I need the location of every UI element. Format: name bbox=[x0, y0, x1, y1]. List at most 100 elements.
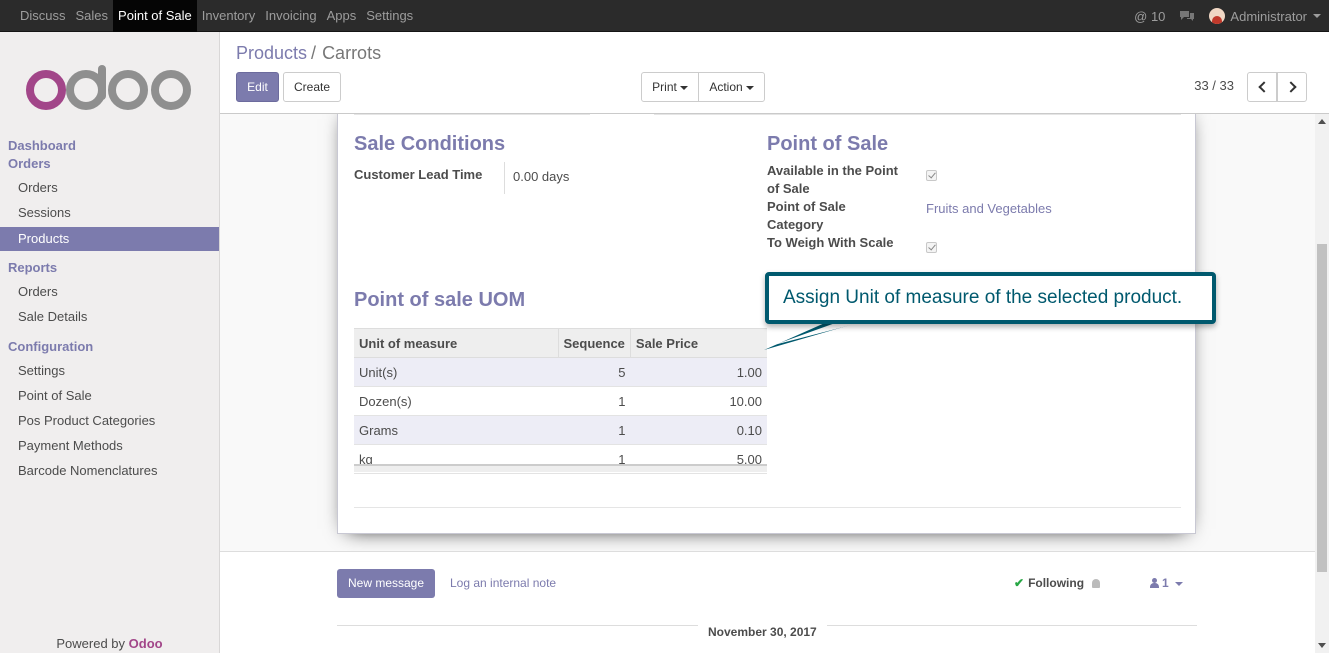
scroll-up-icon[interactable] bbox=[1318, 119, 1326, 124]
available-in-pos-label: Available in the Point of Sale bbox=[767, 162, 898, 198]
divider bbox=[354, 114, 590, 115]
breadcrumb-separator: / bbox=[311, 43, 317, 63]
action-label: Action bbox=[709, 80, 743, 94]
breadcrumb-products[interactable]: Products bbox=[236, 43, 307, 63]
uom-table: Unit of measure Sequence Sale Price Unit… bbox=[354, 328, 767, 474]
pos-category-value[interactable]: Fruits and Vegetables bbox=[926, 201, 1052, 216]
sidebar: Dashboard Orders Orders Sessions Product… bbox=[0, 32, 220, 653]
pos-category-label: Point of Sale Category bbox=[767, 198, 846, 234]
column-sequence[interactable]: Sequence bbox=[557, 328, 631, 358]
to-weigh-with-scale-label: To Weigh With Scale bbox=[767, 235, 894, 250]
powered-by-brand[interactable]: Odoo bbox=[129, 636, 163, 651]
sidebar-item-point-of-sale[interactable]: Point of Sale bbox=[0, 384, 219, 408]
cell-unit: Grams bbox=[354, 415, 558, 445]
bell-icon[interactable] bbox=[1092, 579, 1101, 588]
check-icon: ✔ bbox=[1014, 576, 1025, 590]
to-weigh-with-scale-checkbox[interactable] bbox=[926, 242, 937, 253]
top-navbar: Discuss Sales Point of Sale Inventory In… bbox=[0, 0, 1329, 32]
message-date: November 30, 2017 bbox=[698, 625, 827, 639]
available-in-pos-label-line1: Available in the Point bbox=[767, 163, 898, 178]
scrollbar-thumb[interactable] bbox=[1317, 244, 1327, 572]
cell-unit: Unit(s) bbox=[354, 357, 558, 387]
table-footer bbox=[354, 464, 767, 472]
cell-price: 0.10 bbox=[630, 415, 767, 445]
column-sale-price[interactable]: Sale Price bbox=[629, 328, 767, 358]
sidebar-item-pos-product-categories[interactable]: Pos Product Categories bbox=[0, 409, 219, 433]
chevron-right-icon bbox=[1285, 81, 1297, 93]
menu-invoicing[interactable]: Invoicing bbox=[260, 0, 321, 32]
tooltip: Assign Unit of measure of the selected p… bbox=[765, 272, 1216, 324]
point-of-sale-title: Point of Sale bbox=[767, 133, 889, 155]
chat-icon[interactable] bbox=[1179, 9, 1195, 23]
new-message-button[interactable]: New message bbox=[337, 569, 435, 598]
sidebar-item-settings[interactable]: Settings bbox=[0, 359, 219, 383]
app-menu: Discuss Sales Point of Sale Inventory In… bbox=[15, 0, 418, 32]
cell-price: 10.00 bbox=[630, 386, 767, 416]
cell-sequence: 1 bbox=[558, 415, 631, 445]
pos-uom-title: Point of sale UOM bbox=[354, 289, 526, 311]
customer-lead-time-label: Customer Lead Time bbox=[354, 167, 483, 182]
breadcrumb-current: Carrots bbox=[322, 43, 382, 63]
cell-price: 1.00 bbox=[630, 357, 767, 387]
powered-by-label: Powered by bbox=[56, 636, 126, 651]
divider bbox=[654, 114, 1181, 115]
breadcrumb: Products / Carrots bbox=[236, 43, 381, 64]
menu-sales[interactable]: Sales bbox=[71, 0, 114, 32]
table-row[interactable]: Grams 1 0.10 bbox=[354, 415, 767, 445]
action-dropdown[interactable]: Action bbox=[698, 72, 765, 102]
table-row[interactable]: Dozen(s) 1 10.00 bbox=[354, 386, 767, 416]
followers-count: 1 bbox=[1162, 576, 1169, 590]
menu-inventory[interactable]: Inventory bbox=[197, 0, 260, 32]
sidebar-item-payment-methods[interactable]: Payment Methods bbox=[0, 434, 219, 458]
mentions-counter[interactable]: @ 10 bbox=[1134, 9, 1165, 24]
chevron-down-icon bbox=[679, 85, 688, 90]
cell-sequence: 5 bbox=[558, 357, 631, 387]
sidebar-item-sessions[interactable]: Sessions bbox=[0, 201, 219, 225]
divider bbox=[504, 162, 505, 194]
scroll-down-icon[interactable] bbox=[1318, 643, 1326, 648]
customer-lead-time-value[interactable]: 0.00 days bbox=[513, 169, 569, 184]
chevron-down-icon bbox=[1313, 14, 1321, 18]
user-icon bbox=[1150, 578, 1159, 588]
pager-previous-button[interactable] bbox=[1247, 72, 1277, 102]
following-button[interactable]: ✔ Following bbox=[1014, 576, 1101, 590]
cell-sequence: 1 bbox=[558, 386, 631, 416]
sidebar-section-orders: Orders bbox=[8, 156, 51, 171]
column-unit-of-measure[interactable]: Unit of measure bbox=[354, 328, 558, 358]
sidebar-item-products[interactable]: Products bbox=[0, 227, 219, 251]
divider bbox=[354, 507, 1181, 508]
menu-apps[interactable]: Apps bbox=[322, 0, 362, 32]
create-button[interactable]: Create bbox=[283, 72, 341, 102]
sidebar-item-barcode-nomenclatures[interactable]: Barcode Nomenclatures bbox=[0, 459, 219, 483]
chevron-down-icon bbox=[745, 85, 754, 90]
menu-settings[interactable]: Settings bbox=[361, 0, 418, 32]
followers-button[interactable]: 1 bbox=[1150, 576, 1183, 590]
systray: @ 10 Administrator bbox=[1120, 0, 1321, 32]
user-menu[interactable]: Administrator bbox=[1209, 8, 1321, 24]
sidebar-item-sale-details[interactable]: Sale Details bbox=[0, 305, 219, 329]
available-in-pos-label-line2: of Sale bbox=[767, 181, 810, 196]
chatter: New message Log an internal note ✔ Follow… bbox=[220, 551, 1315, 653]
following-label: Following bbox=[1028, 576, 1085, 590]
pager-next-button[interactable] bbox=[1277, 72, 1307, 102]
chevron-left-icon bbox=[1258, 81, 1270, 93]
print-label: Print bbox=[652, 80, 677, 94]
form-view: Sale Conditions Customer Lead Time 0.00 … bbox=[220, 114, 1315, 653]
pager-value[interactable]: 33 / 33 bbox=[1194, 78, 1234, 93]
user-name: Administrator bbox=[1230, 8, 1307, 24]
log-internal-note-button[interactable]: Log an internal note bbox=[450, 576, 556, 590]
avatar bbox=[1209, 8, 1226, 24]
sidebar-item-report-orders[interactable]: Orders bbox=[0, 280, 219, 304]
sidebar-section-dashboard[interactable]: Dashboard bbox=[8, 138, 76, 153]
print-dropdown[interactable]: Print bbox=[641, 72, 699, 102]
sidebar-item-orders[interactable]: Orders bbox=[0, 176, 219, 200]
available-in-pos-checkbox[interactable] bbox=[926, 170, 937, 181]
menu-discuss[interactable]: Discuss bbox=[15, 0, 71, 32]
edit-button[interactable]: Edit bbox=[236, 72, 279, 102]
scrollbar[interactable] bbox=[1315, 114, 1329, 653]
powered-by: Powered by Odoo bbox=[0, 636, 219, 651]
pos-category-label-line1: Point of Sale bbox=[767, 199, 846, 214]
menu-point-of-sale[interactable]: Point of Sale bbox=[113, 0, 197, 32]
table-row[interactable]: Unit(s) 5 1.00 bbox=[354, 357, 767, 387]
sale-conditions-title: Sale Conditions bbox=[354, 133, 506, 155]
